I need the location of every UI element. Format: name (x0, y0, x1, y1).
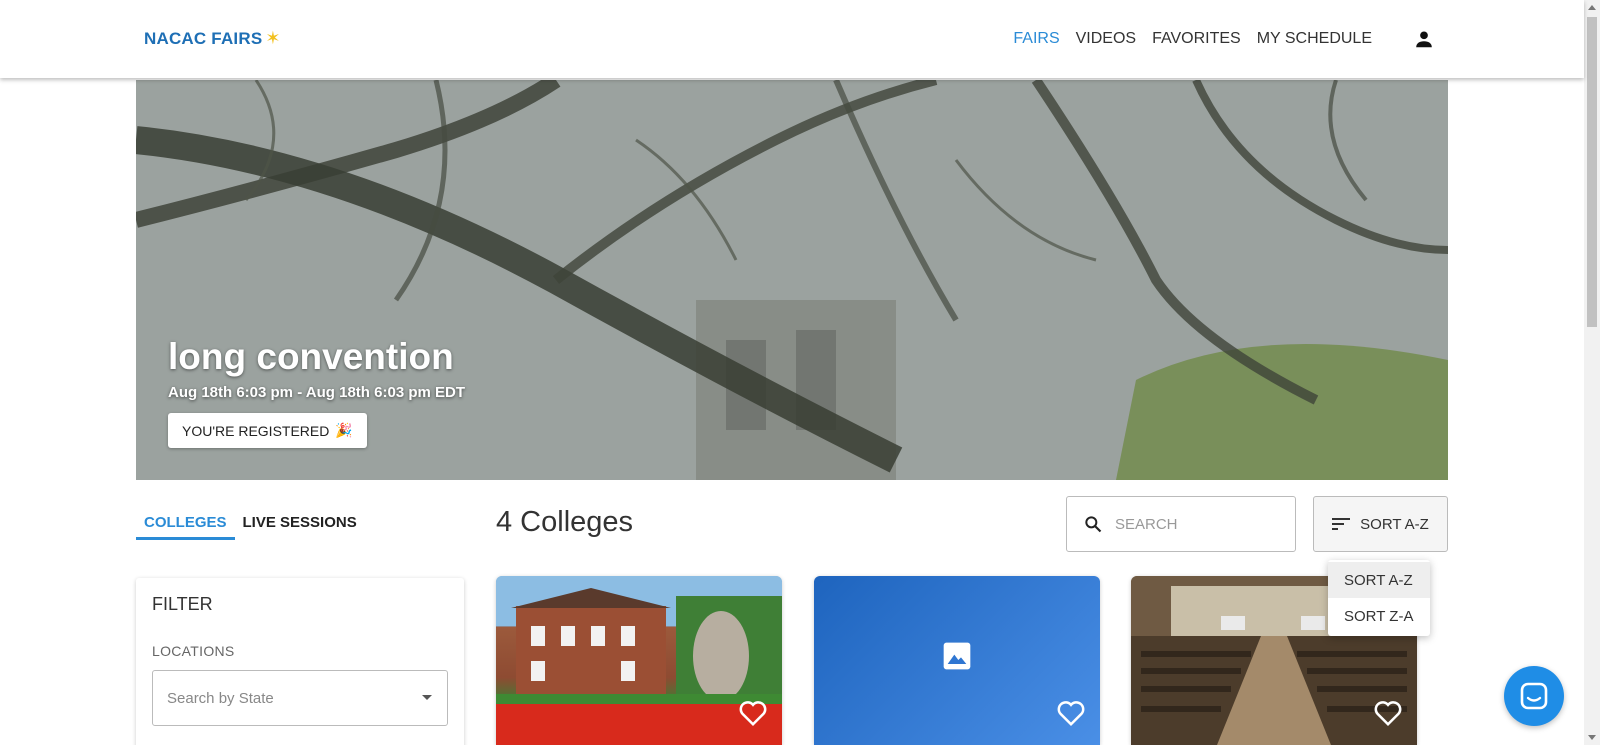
sort-icon (1332, 518, 1351, 530)
filter-panel: FILTER LOCATIONS Search by State (136, 578, 464, 745)
college-card[interactable] (814, 576, 1100, 745)
filter-title: FILTER (152, 594, 213, 614)
registered-label: YOU'RE REGISTERED (182, 422, 330, 439)
nav-videos[interactable]: VIDEOS (1076, 30, 1136, 48)
tab-colleges[interactable]: COLLEGES (136, 514, 235, 540)
heart-icon[interactable] (1373, 699, 1403, 727)
image-placeholder-icon (943, 642, 971, 670)
person-icon[interactable] (1413, 28, 1435, 50)
scroll-up-icon[interactable] (1588, 5, 1596, 10)
nav-favorites[interactable]: FAVORITES (1152, 30, 1241, 48)
nacac-fairs-logo[interactable]: NACAC FAIRS ✶ (144, 28, 281, 49)
tab-live-sessions[interactable]: LIVE SESSIONS (235, 514, 365, 540)
main-nav: FAIRS VIDEOS FAVORITES MY SCHEDULE (1013, 30, 1372, 48)
search-input[interactable] (1115, 515, 1275, 533)
college-card[interactable] (496, 576, 782, 745)
nav-my-schedule[interactable]: MY SCHEDULE (1257, 30, 1372, 48)
sort-option-a-z[interactable]: SORT A-Z (1328, 562, 1430, 598)
results-count-title: 4 Colleges (496, 506, 634, 538)
party-popper-icon: 🎉 (335, 422, 353, 438)
sort-option-z-a[interactable]: SORT Z-A (1328, 598, 1430, 634)
fair-dates: Aug 18th 6:03 pm - Aug 18th 6:03 pm EDT (168, 384, 465, 401)
heart-icon[interactable] (738, 699, 768, 727)
logo-text: NACAC FAIRS (144, 28, 263, 48)
sort-label: SORT A-Z (1360, 515, 1429, 533)
content-tabs: COLLEGES LIVE SESSIONS (136, 514, 365, 540)
top-header: NACAC FAIRS ✶ FAIRS VIDEOS FAVORITES MY … (0, 0, 1584, 78)
state-select[interactable]: Search by State (152, 670, 448, 726)
search-field[interactable] (1066, 496, 1296, 552)
sort-dropdown-menu: SORT A-Z SORT Z-A (1328, 560, 1430, 636)
search-icon (1085, 516, 1102, 533)
star-icon: ✶ (265, 28, 281, 48)
state-select-placeholder: Search by State (167, 689, 274, 707)
fair-hero-banner: long convention Aug 18th 6:03 pm - Aug 1… (136, 80, 1448, 480)
page-scrollbar[interactable] (1584, 0, 1600, 745)
chat-icon (1520, 682, 1548, 710)
heart-icon[interactable] (1056, 699, 1086, 727)
scrollbar-thumb[interactable] (1587, 17, 1597, 327)
chat-launcher-button[interactable] (1504, 666, 1564, 726)
sort-button[interactable]: SORT A-Z (1313, 496, 1448, 552)
dropdown-arrow-icon (422, 695, 432, 700)
nav-fairs[interactable]: FAIRS (1013, 30, 1059, 48)
registered-button[interactable]: YOU'RE REGISTERED 🎉 (168, 413, 367, 448)
locations-label: LOCATIONS (152, 643, 235, 659)
fair-title: long convention (168, 336, 454, 377)
scroll-down-icon[interactable] (1588, 735, 1596, 740)
